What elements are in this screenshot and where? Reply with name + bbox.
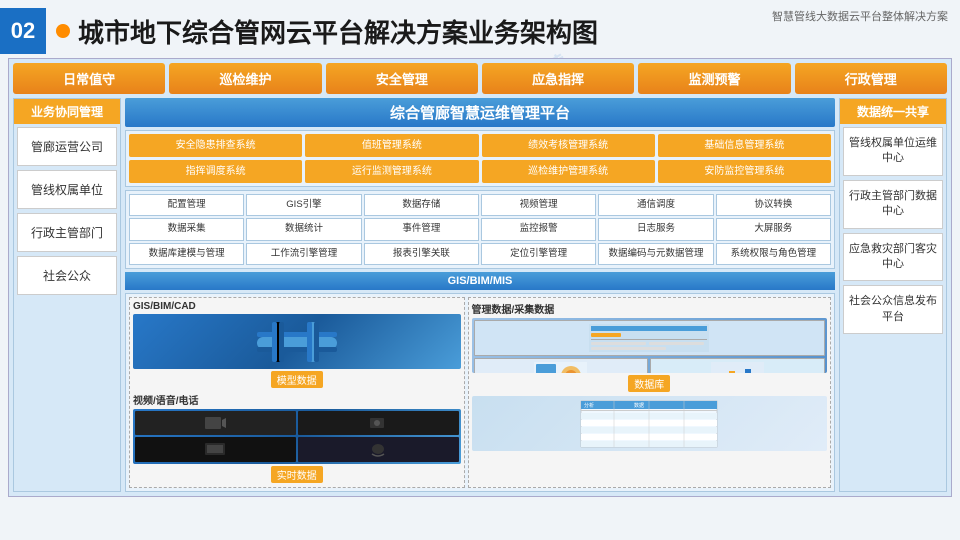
bottom-section: GIS/BIM/CAD xyxy=(125,293,835,492)
func-item-3: 数据存储 xyxy=(364,194,479,216)
gis-bim-cad-label: GIS/BIM/CAD xyxy=(133,301,461,312)
manage-data-label: 管理数据/采集数据 xyxy=(472,301,827,316)
camera-thumbnail xyxy=(133,409,461,464)
func-item-1: 配置管理 xyxy=(129,194,244,216)
func-item-12: 大屏服务 xyxy=(716,218,831,240)
sys-item-1: 安全隐患排查系统 xyxy=(129,134,302,157)
func-item-9: 事件管理 xyxy=(364,218,479,240)
sys-item-4: 基础信息管理系统 xyxy=(658,134,831,157)
func-item-17: 数据编码与元数据管理 xyxy=(598,243,713,265)
svg-text:数据: 数据 xyxy=(634,402,644,409)
right-item-4: 社会公众信息发布平台 xyxy=(843,285,943,334)
left-item-3: 行政主管部门 xyxy=(17,213,117,252)
svg-text:分析: 分析 xyxy=(584,402,594,409)
middle-section: 业务协同管理 管廊运营公司 管线权属单位 行政主管部门 社会公众 综合管廊智慧运… xyxy=(13,98,947,492)
section-number: 02 xyxy=(0,8,46,54)
right-item-1: 管线权属单位运维中心 xyxy=(843,127,943,176)
nav-item-1[interactable]: 日常值守 xyxy=(13,63,165,94)
func-item-5: 通信调度 xyxy=(598,194,713,216)
left-panel: 业务协同管理 管廊运营公司 管线权属单位 行政主管部门 社会公众 xyxy=(13,98,121,492)
nav-item-6[interactable]: 行政管理 xyxy=(795,63,947,94)
sys-item-7: 巡检维护管理系统 xyxy=(482,160,655,183)
func-item-7: 数据采集 xyxy=(129,218,244,240)
func-item-4: 视频管理 xyxy=(481,194,596,216)
sys-item-2: 值班管理系统 xyxy=(305,134,478,157)
left-panel-header: 业务协同管理 xyxy=(14,99,120,124)
bottom-right: 管理数据/采集数据 xyxy=(468,297,831,488)
db-thumbnail: 分析 数据 xyxy=(472,396,827,451)
function-grid: 配置管理 GIS引擎 数据存储 视频管理 通信调度 协议转换 数据采集 数据统计… xyxy=(125,190,835,269)
right-item-2: 行政主管部门数据中心 xyxy=(843,180,943,229)
right-panel-header: 数据统一共享 xyxy=(840,99,946,124)
system-grid: 安全隐患排查系统 值班管理系统 绩效考核管理系统 基础信息管理系统 指挥调度系统… xyxy=(125,130,835,187)
gis-bar: GIS/BIM/MIS xyxy=(125,272,835,290)
bottom-left: GIS/BIM/CAD xyxy=(129,297,465,488)
func-item-13: 数据库建模与管理 xyxy=(129,243,244,265)
header-dot xyxy=(56,24,70,38)
page-title: 城市地下综合管网云平台解决方案业务架构图 xyxy=(78,13,598,50)
right-item-3: 应急救灾部门客灾中心 xyxy=(843,233,943,282)
right-panel: 数据统一共享 管线权属单位运维中心 行政主管部门数据中心 应急救灾部门客灾中心 … xyxy=(839,98,947,492)
func-item-11: 日志服务 xyxy=(598,218,713,240)
center-panel: 综合管廊智慧运维管理平台 安全隐患排查系统 值班管理系统 绩效考核管理系统 基础… xyxy=(125,98,835,492)
main-content: 日常值守 巡检维护 安全管理 应急指挥 监测预警 行政管理 业务协同管理 管廊运… xyxy=(8,58,952,497)
func-item-15: 报表引擎关联 xyxy=(364,243,479,265)
nav-item-2[interactable]: 巡检维护 xyxy=(169,63,321,94)
nav-item-4[interactable]: 应急指挥 xyxy=(482,63,634,94)
func-item-16: 定位引擎管理 xyxy=(481,243,596,265)
screen-thumbnail xyxy=(472,318,827,373)
sys-item-3: 绩效考核管理系统 xyxy=(482,134,655,157)
realtime-label: 实时数据 xyxy=(271,466,323,483)
top-nav: 日常值守 巡检维护 安全管理 应急指挥 监测预警 行政管理 xyxy=(13,63,947,94)
func-item-6: 协议转换 xyxy=(716,194,831,216)
sys-item-6: 运行监测管理系统 xyxy=(305,160,478,183)
sys-item-5: 指挥调度系统 xyxy=(129,160,302,183)
nav-item-5[interactable]: 监测预警 xyxy=(638,63,790,94)
nav-item-3[interactable]: 安全管理 xyxy=(326,63,478,94)
func-item-10: 监控报警 xyxy=(481,218,596,240)
func-item-8: 数据统计 xyxy=(246,218,361,240)
video-phone-label: 视频/语音/电话 xyxy=(133,392,461,407)
left-item-2: 管线权属单位 xyxy=(17,170,117,209)
func-item-2: GIS引擎 xyxy=(246,194,361,216)
sys-item-8: 安防监控管理系统 xyxy=(658,160,831,183)
func-item-18: 系统权限与角色管理 xyxy=(716,243,831,265)
center-header: 综合管廊智慧运维管理平台 xyxy=(125,98,835,127)
pipe-thumbnail xyxy=(133,314,461,369)
left-item-4: 社会公众 xyxy=(17,256,117,295)
func-item-14: 工作流引擎管理 xyxy=(246,243,361,265)
database-label: 数据库 xyxy=(628,375,670,392)
left-item-1: 管廊运营公司 xyxy=(17,127,117,166)
model-data-label: 模型数据 xyxy=(271,371,323,388)
top-label: 智慧管线大数据云平台整体解决方案 xyxy=(772,8,948,24)
